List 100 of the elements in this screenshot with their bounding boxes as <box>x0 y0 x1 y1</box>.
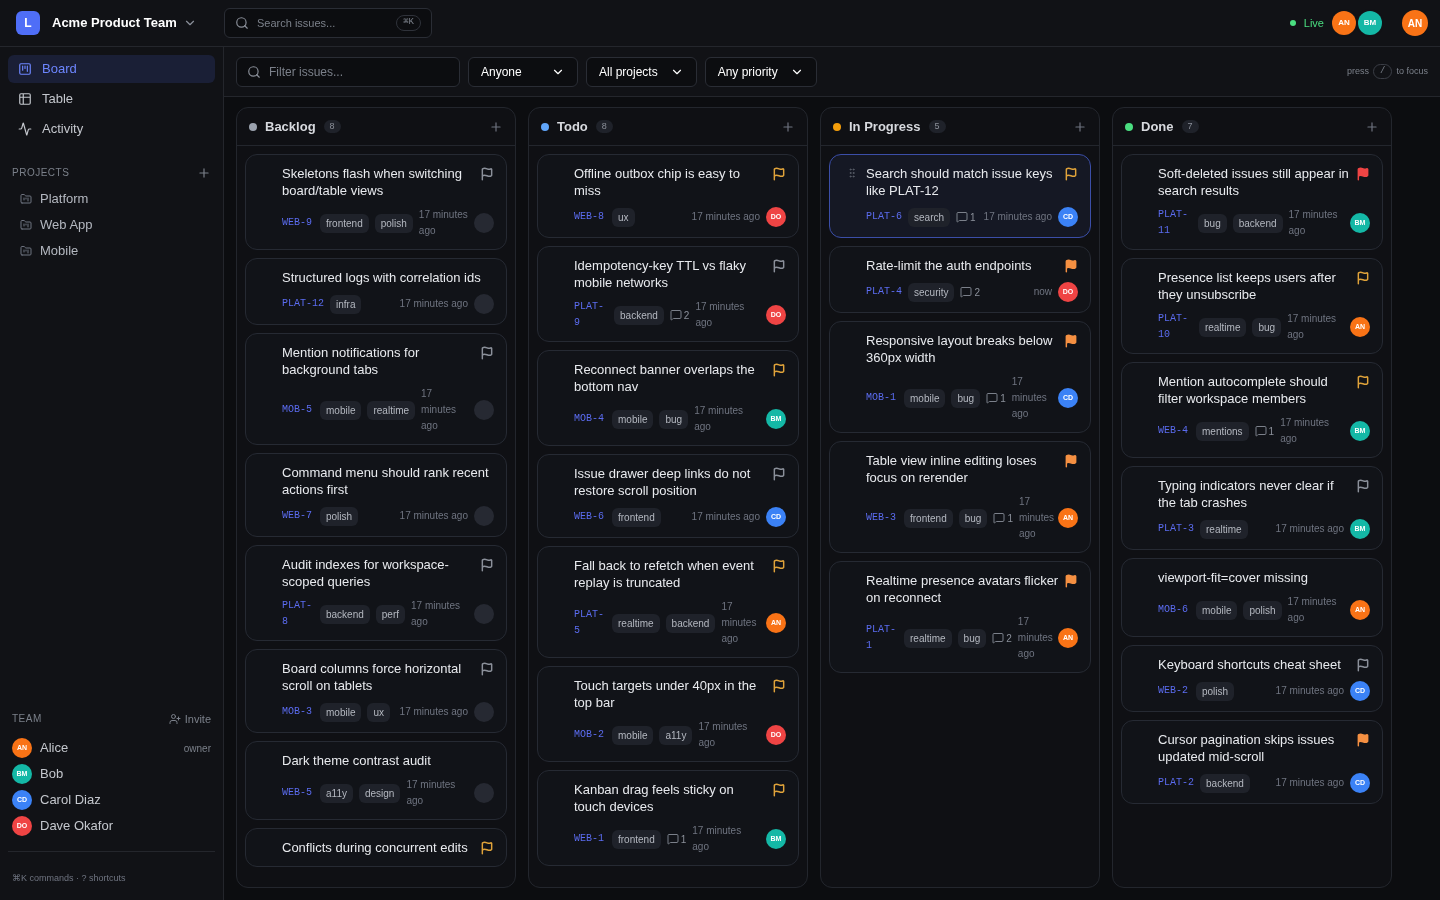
flag-icon[interactable] <box>480 662 494 676</box>
live-status: Live <box>1303 15 1324 31</box>
issue-key[interactable]: WEB-1 <box>574 831 606 847</box>
focus-hint: press <box>1347 64 1370 78</box>
project-item[interactable]: Platform <box>8 186 215 212</box>
updated-time: 17 minutes ago <box>399 509 468 523</box>
issue-key[interactable]: PLAT-2 <box>1158 775 1194 791</box>
issue-card[interactable]: Board columns force horizontal scroll on tablets MOB-3 mobile ux 17 minutes ago <box>245 649 507 733</box>
issue-key[interactable]: WEB-7 <box>282 508 314 524</box>
issue-key[interactable]: WEB-5 <box>282 785 314 801</box>
tag-chip: mobile <box>904 388 946 408</box>
issue-key[interactable]: WEB-8 <box>574 209 606 225</box>
tag-chip: realtime <box>367 400 416 420</box>
nav-item[interactable]: Table <box>8 85 215 113</box>
flag-icon[interactable] <box>480 841 494 855</box>
flag-icon[interactable] <box>1356 733 1370 747</box>
tag-chip: bug <box>958 508 988 528</box>
flag-icon[interactable] <box>1356 167 1370 181</box>
folder-icon <box>20 219 32 231</box>
flag-icon[interactable] <box>772 679 786 693</box>
issue-key[interactable]: WEB-3 <box>866 510 898 526</box>
flag-icon[interactable] <box>1356 479 1370 493</box>
issue-key[interactable]: MOB-4 <box>574 411 606 427</box>
issue-key[interactable]: PLAT-3 <box>1158 521 1194 537</box>
issue-title: Issue drawer deep links do not restore scroll position <box>574 465 752 499</box>
issue-card[interactable]: Dark theme contrast audit WEB-5 a11y design 17 minutes ago <box>245 741 507 820</box>
filter-dropdown[interactable]: Anyone <box>468 56 578 87</box>
updated-time: 17 minutes ago <box>418 208 468 238</box>
nav-item[interactable]: Board <box>8 55 215 83</box>
flag-icon[interactable] <box>772 559 786 573</box>
filter-field[interactable]: Filter issues... <box>269 62 449 81</box>
comment-icon <box>986 392 999 404</box>
tag-chip: infra <box>330 294 362 314</box>
issue-key[interactable]: MOB-3 <box>282 704 314 720</box>
flag-icon[interactable] <box>480 346 494 360</box>
count-badge: 5 <box>928 119 946 134</box>
issue-key[interactable]: PLAT-12 <box>282 296 324 312</box>
tag-chip: mentions <box>1196 421 1249 441</box>
folder-icon <box>20 245 32 257</box>
tag-chip: backend <box>665 613 716 633</box>
issue-key[interactable]: PLAT-8 <box>282 598 314 630</box>
project-item[interactable]: Mobile <box>8 238 215 264</box>
issue-card[interactable]: Audit indexes for workspace-scoped queries PLAT-8 backend perf 17 minutes ago <box>245 545 507 641</box>
issue-key[interactable]: MOB-1 <box>866 390 898 406</box>
flag-icon[interactable] <box>772 467 786 481</box>
drag-handle-icon[interactable] <box>846 167 858 179</box>
nav-item[interactable]: Activity <box>8 115 215 143</box>
search-field[interactable]: Search issues... <box>257 14 389 32</box>
issue-title: Dark theme contrast audit <box>282 752 432 769</box>
flag-icon[interactable] <box>772 167 786 181</box>
workspace-switcher[interactable]: Acme Product Team <box>52 13 197 33</box>
filter-dropdown[interactable]: All projects <box>586 56 697 87</box>
issue-key[interactable]: MOB-6 <box>1158 602 1190 618</box>
tag-chip: security <box>908 282 955 302</box>
issue-card[interactable]: Skeletons flash when switching board/table views WEB-9 frontend polish 17 minutes ago <box>245 154 507 250</box>
tag-chip: bug <box>1252 317 1282 337</box>
flag-icon[interactable] <box>772 363 786 377</box>
search-icon <box>247 64 261 79</box>
issue-title: Presence list keeps users after they unsubscribe <box>1158 269 1337 303</box>
invite-button[interactable]: Invite <box>168 710 211 727</box>
issue-key[interactable]: WEB-9 <box>282 215 314 231</box>
flag-icon[interactable] <box>1356 375 1370 389</box>
shortcuts-hint: ⌘K commands · ? shortcuts <box>12 873 126 883</box>
flag-icon[interactable] <box>1064 334 1078 348</box>
issue-key[interactable]: PLAT-5 <box>574 607 606 639</box>
issue-key[interactable]: PLAT-6 <box>866 209 902 225</box>
flag-icon[interactable] <box>772 783 786 797</box>
issue-key[interactable]: MOB-2 <box>574 727 606 743</box>
tag-chip: ux <box>612 207 635 227</box>
issue-key[interactable]: PLAT-9 <box>574 299 608 331</box>
issue-card[interactable]: Mention notifications for background tabs MOB-5 mobile realtime 17 minutes ago <box>245 333 507 445</box>
issue-card[interactable]: Structured logs with correlation ids PLAT-12 infra 17 minutes ago <box>245 258 507 325</box>
search-box[interactable]: Search issues... ⌘K <box>224 8 432 38</box>
tag-chip: backend <box>1200 773 1250 793</box>
flag-icon[interactable] <box>1064 574 1078 588</box>
filter-box[interactable]: Filter issues... <box>236 56 460 87</box>
flag-icon[interactable] <box>1356 271 1370 285</box>
issue-card[interactable]: Command menu should rank recent actions first WEB-7 polish 17 minutes ago <box>245 453 507 537</box>
tag-chip: bug <box>1198 213 1227 233</box>
issue-key[interactable]: PLAT-11 <box>1158 207 1193 239</box>
flag-icon[interactable] <box>1064 259 1078 273</box>
issue-card[interactable]: Conflicts during concurrent edits <box>245 828 507 867</box>
issue-key[interactable]: WEB-2 <box>1158 683 1190 699</box>
flag-icon[interactable] <box>772 259 786 273</box>
flag-icon[interactable] <box>480 167 494 181</box>
issue-title: Keyboard shortcuts cheat sheet <box>1158 656 1342 673</box>
tag-chip: polish <box>1196 681 1235 701</box>
issue-key[interactable]: PLAT-4 <box>866 284 902 300</box>
issue-key[interactable]: WEB-6 <box>574 509 606 525</box>
issue-key[interactable]: PLAT-10 <box>1158 311 1193 343</box>
tag-chip: realtime <box>904 628 952 648</box>
flag-icon[interactable] <box>1064 167 1078 181</box>
issue-key[interactable]: WEB-4 <box>1158 423 1190 439</box>
flag-icon[interactable] <box>480 558 494 572</box>
flag-icon[interactable] <box>1064 454 1078 468</box>
flag-icon[interactable] <box>1356 658 1370 672</box>
issue-key[interactable]: MOB-5 <box>282 402 314 418</box>
issue-key[interactable]: PLAT-1 <box>866 622 898 654</box>
filter-dropdown[interactable]: Any priority <box>704 56 817 87</box>
project-item[interactable]: Web App <box>8 212 215 238</box>
